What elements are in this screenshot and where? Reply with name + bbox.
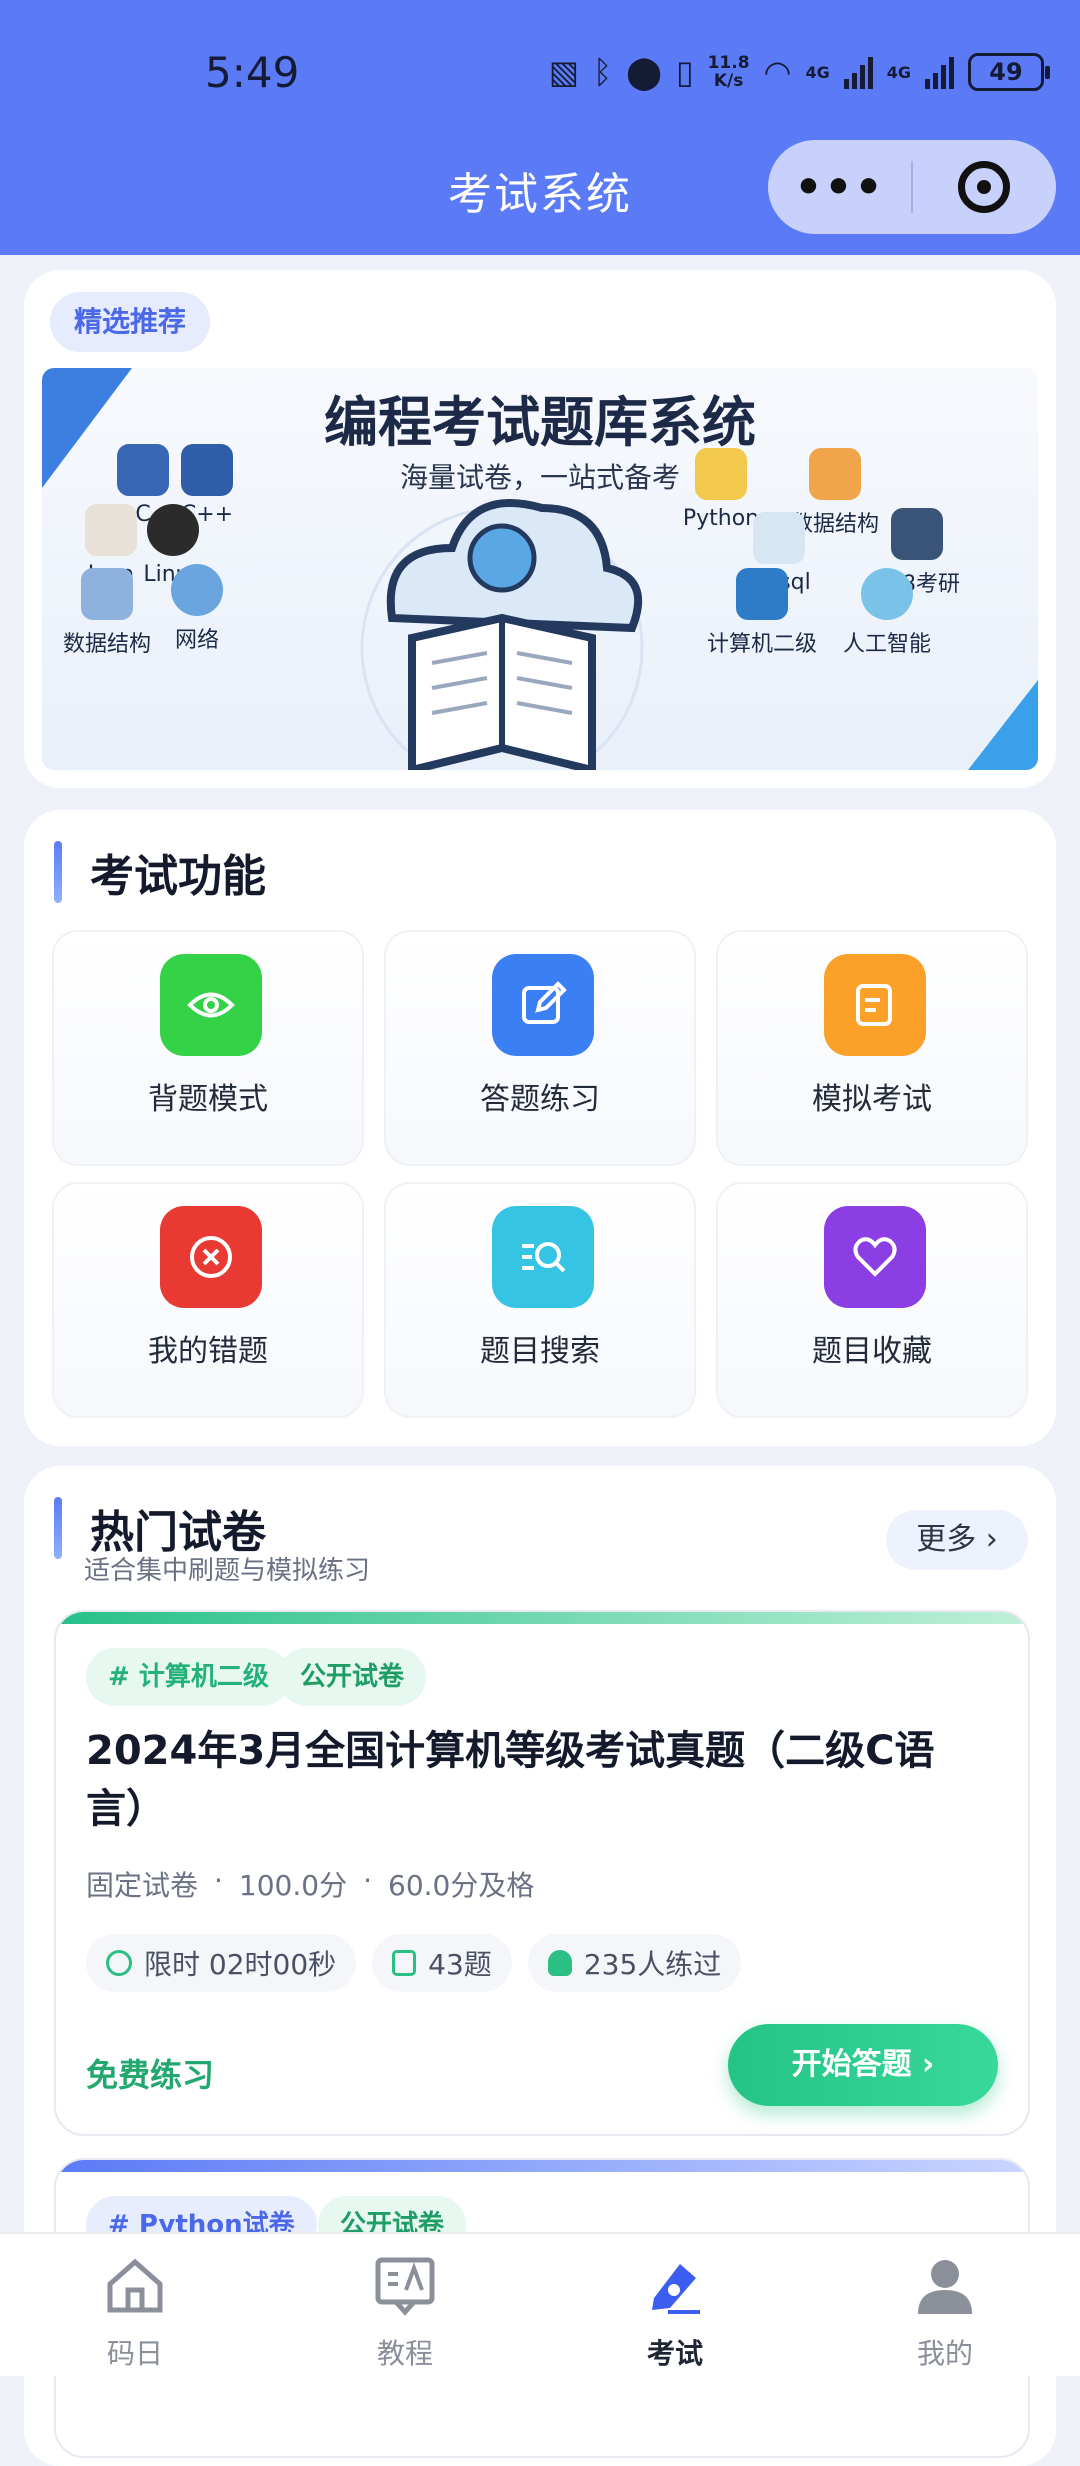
close-miniprogram-button[interactable] [913, 161, 1056, 213]
tech-network: 网络 [142, 564, 252, 654]
paper-chips: 限时 02时00秒 43题 235人练过 [86, 1934, 742, 1992]
tech-ncre: 计算机二级 [692, 568, 832, 658]
tile-label: 答题练习 [480, 1082, 600, 1117]
x-circle-icon [160, 1206, 262, 1308]
heart-icon [824, 1206, 926, 1308]
total-score: 100.0分 [238, 1869, 348, 1902]
more-label: 更多 [916, 1522, 977, 1557]
wrong-questions-button[interactable]: 我的错题 [52, 1182, 364, 1418]
banner-card: 精选推荐 编程考试题库系统 海量试卷，一站式备考 C C++ Java Linu… [24, 270, 1056, 788]
practice-button[interactable]: 答题练习 [384, 930, 696, 1166]
chevron-right-icon: › [922, 2047, 935, 2082]
tab-label: 码日 [106, 2337, 163, 2370]
start-answering-button[interactable]: 开始答题 › [728, 2024, 998, 2106]
battery-icon: 49 [968, 53, 1050, 91]
featured-pill: 精选推荐 [50, 292, 211, 352]
section-accent-bar [54, 1497, 62, 1559]
tab-home[interactable]: 码日 [0, 2234, 270, 2376]
status-icons: ▧ ᛒ ⬤ ▯ 11.8 K/s ◠ 4G 4G 49 [548, 44, 1050, 100]
search-list-icon [492, 1206, 594, 1308]
clock-icon [106, 1950, 132, 1976]
paper-type: 固定试卷 [86, 1869, 199, 1902]
signal-label-2: 4G [886, 62, 911, 82]
question-count-chip: 43题 [372, 1934, 512, 1992]
nfc-icon: ▧ [548, 53, 579, 91]
status-bar: 5:49 ▧ ᛒ ⬤ ▯ 11.8 K/s ◠ 4G 4G 49 [0, 36, 1080, 106]
book-cloud-icon [360, 499, 644, 770]
paper-card[interactable]: # 计算机二级 公开试卷 2024年3月全国计算机等级考试真题（二级C语言） 固… [54, 1610, 1030, 2136]
time-limit-chip: 限时 02时00秒 [86, 1934, 357, 1992]
net-speed: 11.8 K/s [707, 53, 750, 91]
tab-label: 教程 [376, 2337, 433, 2370]
home-icon [107, 2258, 163, 2313]
favorites-button[interactable]: 题目收藏 [716, 1182, 1028, 1418]
tab-mine[interactable]: 我的 [810, 2234, 1080, 2376]
miniprogram-capsule: ••• [768, 140, 1056, 234]
pen-icon [652, 2264, 700, 2314]
tech-ai: 人工智能 [832, 568, 942, 658]
meta-dot: · [214, 1864, 223, 1897]
meta-dot: · [363, 1864, 372, 1897]
location-icon: ⬤ [626, 53, 662, 91]
tab-exam[interactable]: 考试 [540, 2234, 810, 2376]
paper-title: 2024年3月全国计算机等级考试真题（二级C语言） [86, 1728, 935, 1832]
more-button[interactable]: 更多 › [886, 1510, 1028, 1570]
paper-meta: 固定试卷 · 100.0分 · 60.0分及格 [86, 1864, 534, 1904]
user-icon [547, 1950, 572, 1976]
mock-exam-button[interactable]: 模拟考试 [716, 930, 1028, 1166]
paper-accent-line [56, 1612, 1028, 1624]
practiced-count-chip: 235人练过 [527, 1934, 742, 1992]
functions-title: 考试功能 [90, 851, 266, 902]
tile-label: 题目收藏 [812, 1334, 932, 1369]
category-tag: # 计算机二级 [86, 1648, 291, 1706]
free-practice-label: 免费练习 [86, 2056, 215, 2094]
memorize-mode-button[interactable]: 背题模式 [52, 930, 364, 1166]
paper-accent-line [56, 2160, 1028, 2172]
top-bar: 5:49 ▧ ᛒ ⬤ ▯ 11.8 K/s ◠ 4G 4G 49 考试系统 ••• [0, 0, 1080, 255]
section-accent-bar [54, 841, 62, 903]
tab-label: 考试 [646, 2337, 703, 2370]
target-icon [958, 161, 1011, 213]
checklist-icon [392, 1950, 417, 1976]
hot-subtitle: 适合集中刷题与模拟练习 [84, 1556, 371, 1586]
tile-label: 我的错题 [148, 1334, 268, 1369]
chevron-right-icon: › [985, 1522, 998, 1557]
signal-icon-2 [925, 55, 954, 89]
tab-tutorial[interactable]: 教程 [270, 2234, 540, 2376]
public-tag: 公开试卷 [278, 1648, 427, 1706]
pass-score: 60.0分及格 [388, 1869, 535, 1902]
tile-label: 背题模式 [148, 1082, 268, 1117]
banner-corner-decoration [968, 680, 1038, 770]
tutorial-icon [375, 2257, 435, 2316]
tile-label: 题目搜索 [480, 1334, 600, 1369]
user-icon [918, 2260, 972, 2314]
note-icon [824, 954, 926, 1056]
tab-label: 我的 [916, 2337, 973, 2370]
signal-icon-1 [843, 55, 873, 89]
functions-card: 考试功能 背题模式 答题练习 模拟考试 我的错题 题目搜索 题目收藏 [24, 810, 1056, 1446]
clock: 5:49 [205, 48, 300, 97]
tile-label: 模拟考试 [812, 1082, 932, 1117]
signal-label-1: 4G [805, 62, 830, 82]
edit-icon [492, 954, 594, 1056]
functions-grid: 背题模式 答题练习 模拟考试 我的错题 题目搜索 题目收藏 [52, 930, 1028, 1418]
bluetooth-icon: ᛒ [592, 53, 613, 91]
vibrate-icon: ▯ [675, 53, 694, 91]
wifi-icon: ◠ [763, 53, 792, 91]
more-menu-button[interactable]: ••• [768, 162, 911, 213]
eye-icon [160, 954, 262, 1056]
banner-image[interactable]: 编程考试题库系统 海量试卷，一站式备考 C C++ Java Linux 数据结… [42, 368, 1038, 770]
question-search-button[interactable]: 题目搜索 [384, 1182, 696, 1418]
functions-header: 考试功能 [54, 840, 266, 904]
tab-bar: 码日 教程 考试 我的 [0, 2232, 1080, 2376]
